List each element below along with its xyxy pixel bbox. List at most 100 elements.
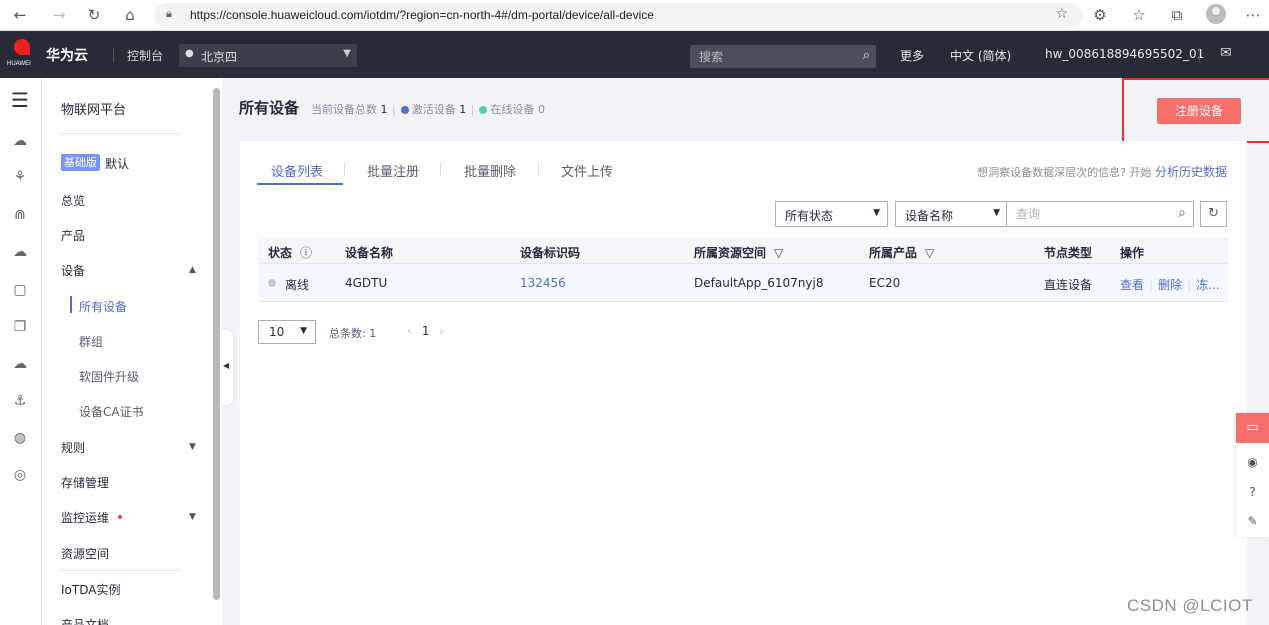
sidebar-item-devices[interactable]: 设备 [61, 262, 85, 279]
chevron-down-icon[interactable]: ▼ [189, 442, 196, 452]
main-content: 所有设备 当前设备总数 1 | 激活设备 1 | 在线设备 0 注册设备 设备列表 … [222, 78, 1269, 625]
tab-batch-register[interactable]: 批量注册 [367, 161, 419, 180]
prev-page-icon[interactable]: ‹ [407, 324, 412, 338]
cluster-icon[interactable]: ⚘ [10, 167, 30, 187]
favorite-star-icon[interactable]: ☆ [1055, 6, 1068, 22]
service-icon[interactable]: ◉ [1236, 455, 1269, 469]
field-filter-select[interactable]: 设备名称 ▼ [895, 201, 1008, 227]
register-device-button[interactable]: 注册设备 [1157, 98, 1241, 124]
filter-icon[interactable]: ▽ [774, 246, 783, 260]
current-page[interactable]: 1 [422, 324, 430, 338]
sidebar-item-product-docs[interactable]: 产品文档 [61, 616, 109, 625]
divider: | [1149, 278, 1154, 292]
edition-default[interactable]: 默认 [105, 155, 129, 172]
sidebar-item-iotda-instance[interactable]: IoTDA实例 [61, 581, 120, 598]
status-filter-select[interactable]: 所有状态 ▼ [775, 201, 888, 227]
brand-name[interactable]: 华为云 [46, 45, 88, 65]
sidebar-item-groups[interactable]: 群组 [79, 333, 103, 350]
menu-icon[interactable]: ☰ [10, 90, 30, 110]
sidebar-item-ca-certificate[interactable]: 设备CA证书 [79, 403, 144, 420]
url-text[interactable]: https://console.huaweicloud.com/iotdm/?r… [190, 8, 654, 22]
collections-icon[interactable]: ⧉ [1167, 5, 1187, 25]
cell-status: 离线 [285, 278, 310, 292]
column-device-id: 设备标识码 [520, 246, 581, 260]
query-input[interactable] [1007, 202, 1157, 226]
globe-icon[interactable]: ◍ [10, 428, 30, 448]
chat-icon[interactable]: ▭ [1236, 413, 1269, 443]
sidebar-divider [61, 570, 179, 571]
search-icon[interactable]: ⌕ [1178, 205, 1186, 221]
top-navigation: HUAWEI 华为云 控制台 ● 北京四 ▼ ⌕ 更多 中文 (简体) hw_0… [0, 31, 1269, 78]
history-hint: 想洞察设备数据深层次的信息? 开始 分析历史数据 [977, 163, 1227, 180]
cloud-icon[interactable]: ☁ [10, 131, 30, 151]
column-actions: 操作 [1120, 246, 1145, 260]
tab-file-upload[interactable]: 文件上传 [561, 161, 613, 180]
sidebar-item-overview[interactable]: 总览 [61, 192, 85, 209]
cell-product: EC20 [869, 276, 901, 290]
sidebar-item-firmware-upgrade[interactable]: 软固件升级 [79, 368, 139, 385]
profile-icon[interactable] [1206, 4, 1226, 24]
ip-icon[interactable]: ◎ [10, 465, 30, 485]
cell-actions: 查看 | 删除 | 冻... [1120, 276, 1220, 293]
edition-badge[interactable]: 基础版 [61, 154, 100, 171]
freeze-link[interactable]: 冻... [1196, 278, 1219, 292]
sidebar-collapse-handle[interactable]: ◀ [222, 330, 233, 405]
analyze-history-link[interactable]: 分析历史数据 [1155, 165, 1227, 179]
chevron-down-icon[interactable]: ▼ [189, 512, 196, 522]
online-status-dot [479, 106, 488, 114]
online-label: 在线设备 [490, 103, 535, 116]
filter-icon[interactable]: ▽ [925, 246, 934, 260]
view-link[interactable]: 查看 [1120, 278, 1144, 292]
chevron-up-icon[interactable]: ▲ [189, 265, 196, 275]
sidebar-item-rules[interactable]: 规则 [61, 439, 85, 456]
bridge-icon[interactable]: ⋒ [10, 205, 30, 225]
home-icon[interactable]: ⌂ [120, 5, 140, 25]
column-product: 所属产品 ▽ [869, 244, 934, 261]
page-size-select[interactable]: 10 ▼ [258, 320, 316, 344]
sidebar-scrollbar[interactable] [213, 88, 220, 600]
more-menu[interactable]: 更多 [900, 47, 924, 64]
delete-link[interactable]: 删除 [1158, 278, 1182, 292]
console-link[interactable]: 控制台 [127, 47, 163, 64]
account-menu[interactable]: hw_008618894695502_01 [1045, 47, 1204, 61]
reload-icon[interactable]: ↻ [84, 5, 104, 25]
back-arrow-icon[interactable]: ← [10, 5, 30, 25]
next-page-icon[interactable]: › [439, 324, 444, 338]
huawei-logo[interactable]: HUAWEI [7, 39, 36, 71]
sidebar-item-resource-space[interactable]: 资源空间 [61, 545, 109, 562]
help-icon[interactable]: ⓘ [300, 246, 312, 260]
more-icon[interactable]: ⋯ [1243, 5, 1263, 25]
sidebar-item-storage[interactable]: 存储管理 [61, 474, 109, 491]
lock-icon[interactable]: 🔒︎ [166, 7, 172, 21]
tab-device-list[interactable]: 设备列表 [271, 161, 323, 180]
help-icon[interactable]: ? [1236, 485, 1269, 499]
table-row[interactable]: 离线 4GDTU 132456 DefaultApp_6107nyj8 EC20… [258, 264, 1228, 302]
cloud-service-icon[interactable]: ☁ [10, 242, 30, 262]
column-product-label: 所属产品 [869, 246, 918, 260]
anchor-icon[interactable]: ⚓ [10, 391, 30, 411]
storage-icon[interactable]: ▢ [10, 280, 30, 300]
extensions-icon[interactable]: ⚙ [1090, 5, 1110, 25]
favorites-icon[interactable]: ☆ [1129, 5, 1149, 25]
search-icon[interactable]: ⌕ [863, 48, 870, 63]
refresh-button[interactable]: ↻ [1200, 201, 1227, 227]
chevron-left-icon: ◀ [223, 361, 230, 370]
language-selector[interactable]: 中文 (简体) [950, 47, 1011, 64]
feedback-icon[interactable]: ✎ [1236, 514, 1269, 528]
cell-device-id-link[interactable]: 132456 [520, 276, 566, 290]
chevron-down-icon: ▼ [993, 208, 1000, 218]
forward-arrow-icon[interactable]: → [49, 5, 69, 25]
global-search-input[interactable] [690, 45, 850, 68]
document-icon[interactable]: ❐ [10, 317, 30, 337]
cloud-database-icon[interactable]: ☁ [10, 354, 30, 374]
sidebar-item-all-devices[interactable]: 所有设备 [79, 298, 127, 315]
mail-icon[interactable]: ✉ [1220, 45, 1232, 61]
region-selector[interactable]: ● 北京四 ▼ [179, 44, 357, 67]
online-value: 0 [537, 103, 545, 116]
sidebar-item-products[interactable]: 产品 [61, 227, 85, 244]
sidebar-item-monitoring[interactable]: 监控运维 [61, 509, 109, 526]
query-box[interactable]: ⌕ [1006, 201, 1194, 227]
tab-batch-delete[interactable]: 批量删除 [464, 161, 516, 180]
global-search[interactable]: ⌕ [690, 45, 876, 68]
address-bar[interactable]: 🔒︎ https://console.huaweicloud.com/iotdm… [154, 3, 1082, 28]
